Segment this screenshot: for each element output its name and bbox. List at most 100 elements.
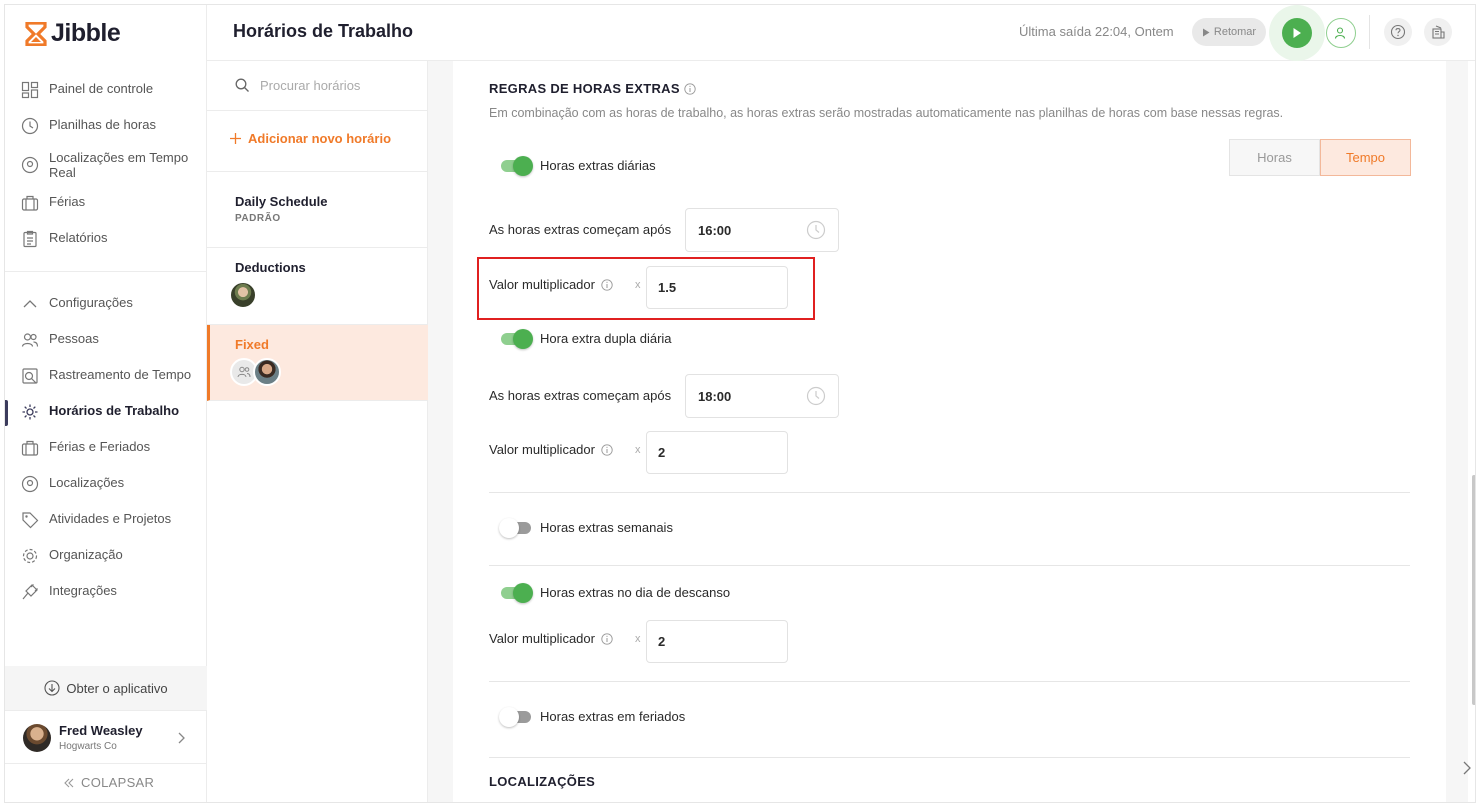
schedule-item-daily[interactable]: Daily Schedule PADRÃO [207,172,428,248]
search-input[interactable]: Procurar horários [260,78,360,93]
chevron-right-icon[interactable] [1462,760,1472,776]
sidebar-item-activities[interactable]: Atividades e Projetos [21,511,201,529]
resume-button[interactable]: Retomar [1192,18,1266,46]
multiply-symbol: x [635,633,641,645]
help-button[interactable] [1384,18,1412,46]
sidebar-item-organization[interactable]: Organização [21,547,201,565]
collapse-button[interactable]: COLAPSAR [63,775,154,790]
location-pin-icon [21,156,39,174]
daily-double-toggle[interactable] [501,328,533,349]
organization-button[interactable] [1424,18,1452,46]
double-start-label: As horas extras começam após [489,388,672,403]
gear-icon [22,548,38,564]
weekly-overtime-toggle[interactable] [499,517,531,538]
overtime-description: Em combinação com as horas de trabalho, … [489,106,1284,120]
user-name: Fred Weasley [59,723,143,738]
clock-in-button[interactable] [1282,18,1312,48]
daily-start-time-input[interactable]: 16:00 [685,208,839,252]
sidebar-item-work-schedules[interactable]: Horários de Trabalho [21,403,201,421]
dashboard-icon [21,81,39,99]
user-status-button[interactable] [1326,18,1356,48]
logo-text: Jibble [51,19,121,47]
sidebar-item-locations[interactable]: Localizações [21,475,201,493]
chevron-up-icon [23,300,37,308]
avatar [253,358,281,386]
info-icon[interactable] [601,443,613,456]
sidebar-item-dashboard[interactable]: Painel de controle [21,81,201,99]
settings-card: REGRAS DE HORAS EXTRAS Em combinação com… [453,61,1446,802]
play-icon [1293,28,1301,38]
sidebar-item-timesheets[interactable]: Planilhas de horas [21,117,201,135]
double-multiplier-label: Valor multiplicador [489,442,613,457]
double-start-time-input[interactable]: 18:00 [685,374,839,418]
schedule-search[interactable]: Procurar horários [207,61,428,111]
default-badge: PADRÃO [235,213,281,224]
sidebar-item-integrations[interactable]: Integrações [21,583,201,601]
sidebar-item-label: Férias [49,194,86,209]
info-icon[interactable] [601,632,613,645]
jibble-logo[interactable]: Jibble [25,19,121,48]
multiplier-label-text: Valor multiplicador [489,631,595,646]
user-org: Hogwarts Co [59,741,117,752]
time-tracking-icon [22,368,38,384]
scrollbar-thumb[interactable] [1472,475,1475,705]
collapse-label: COLAPSAR [81,775,155,790]
holiday-overtime-row: Horas extras em feriados [499,706,685,727]
sidebar-item-holidays[interactable]: Férias e Feriados [21,439,201,457]
holiday-overtime-toggle[interactable] [499,706,531,727]
rest-day-toggle[interactable] [501,582,533,603]
section-divider [489,757,1410,758]
add-schedule-button[interactable]: Adicionar novo horário [229,131,391,146]
sidebar-divider [5,763,207,764]
sidebar-item-reports[interactable]: Relatórios [21,230,201,248]
tag-icon [22,512,39,529]
sidebar-item-label: Integrações [49,583,117,598]
info-icon[interactable] [684,82,696,95]
sidebar-item-label: Painel de controle [49,81,154,96]
multiplier-value: 2 [658,445,666,460]
daily-overtime-row: Horas extras diárias [501,155,656,176]
mode-hours-button[interactable]: Horas [1229,139,1320,176]
question-icon [1390,24,1406,40]
sidebar-item-time-tracking[interactable]: Rastreamento de Tempo [21,367,201,385]
rest-multiplier-input[interactable]: 2 [646,620,788,663]
sidebar-item-people[interactable]: Pessoas [21,331,201,349]
sidebar-item-label: Pessoas [49,331,99,346]
sidebar-item-label: Organização [49,547,123,562]
locations-section-title: LOCALIZAÇÕES [489,774,596,789]
double-multiplier-input[interactable]: 2 [646,431,788,474]
schedule-name: Daily Schedule [235,194,328,209]
schedule-gear-icon [22,404,38,420]
sidebar-item-time-off[interactable]: Férias [21,194,201,212]
schedule-name: Fixed [235,337,269,352]
sidebar: Jibble Painel de controle Planilhas de h… [5,5,207,802]
play-icon [1202,28,1210,36]
get-app-button[interactable]: Obter o aplicativo [5,666,207,710]
daily-double-row: Hora extra dupla diária [501,328,672,349]
get-app-label: Obter o aplicativo [66,680,168,696]
clock-icon [21,117,39,135]
search-icon [235,78,249,92]
sidebar-settings-toggle[interactable]: Configurações [21,295,201,313]
schedule-item-deductions[interactable]: Deductions [207,248,428,325]
chevron-right-icon[interactable] [175,731,187,745]
daily-double-label: Hora extra dupla diária [540,331,672,346]
daily-start-label: As horas extras começam após [489,222,672,237]
rest-day-label: Horas extras no dia de descanso [540,585,731,600]
plus-icon [230,133,241,144]
settings-header: Configurações [49,295,133,310]
time-value: 16:00 [698,222,732,238]
sidebar-item-label: Rastreamento de Tempo [49,367,192,382]
sidebar-item-live-locations[interactable]: Localizações em Tempo Real [21,150,201,180]
schedule-item-fixed[interactable]: Fixed [207,325,428,401]
daily-overtime-toggle[interactable] [501,155,533,176]
rest-day-row: Horas extras no dia de descanso [501,582,731,603]
people-icon [21,333,39,347]
user-profile[interactable]: Fred Weasley Hogwarts Co [23,723,143,752]
add-schedule-label: Adicionar novo horário [248,131,392,146]
plug-icon [22,584,38,600]
mode-time-button[interactable]: Tempo [1320,139,1411,176]
overtime-section-title: REGRAS DE HORAS EXTRAS [489,81,696,96]
top-header: Horários de Trabalho Última saída 22:04,… [207,5,1475,61]
resume-label: Retomar [1213,26,1257,38]
